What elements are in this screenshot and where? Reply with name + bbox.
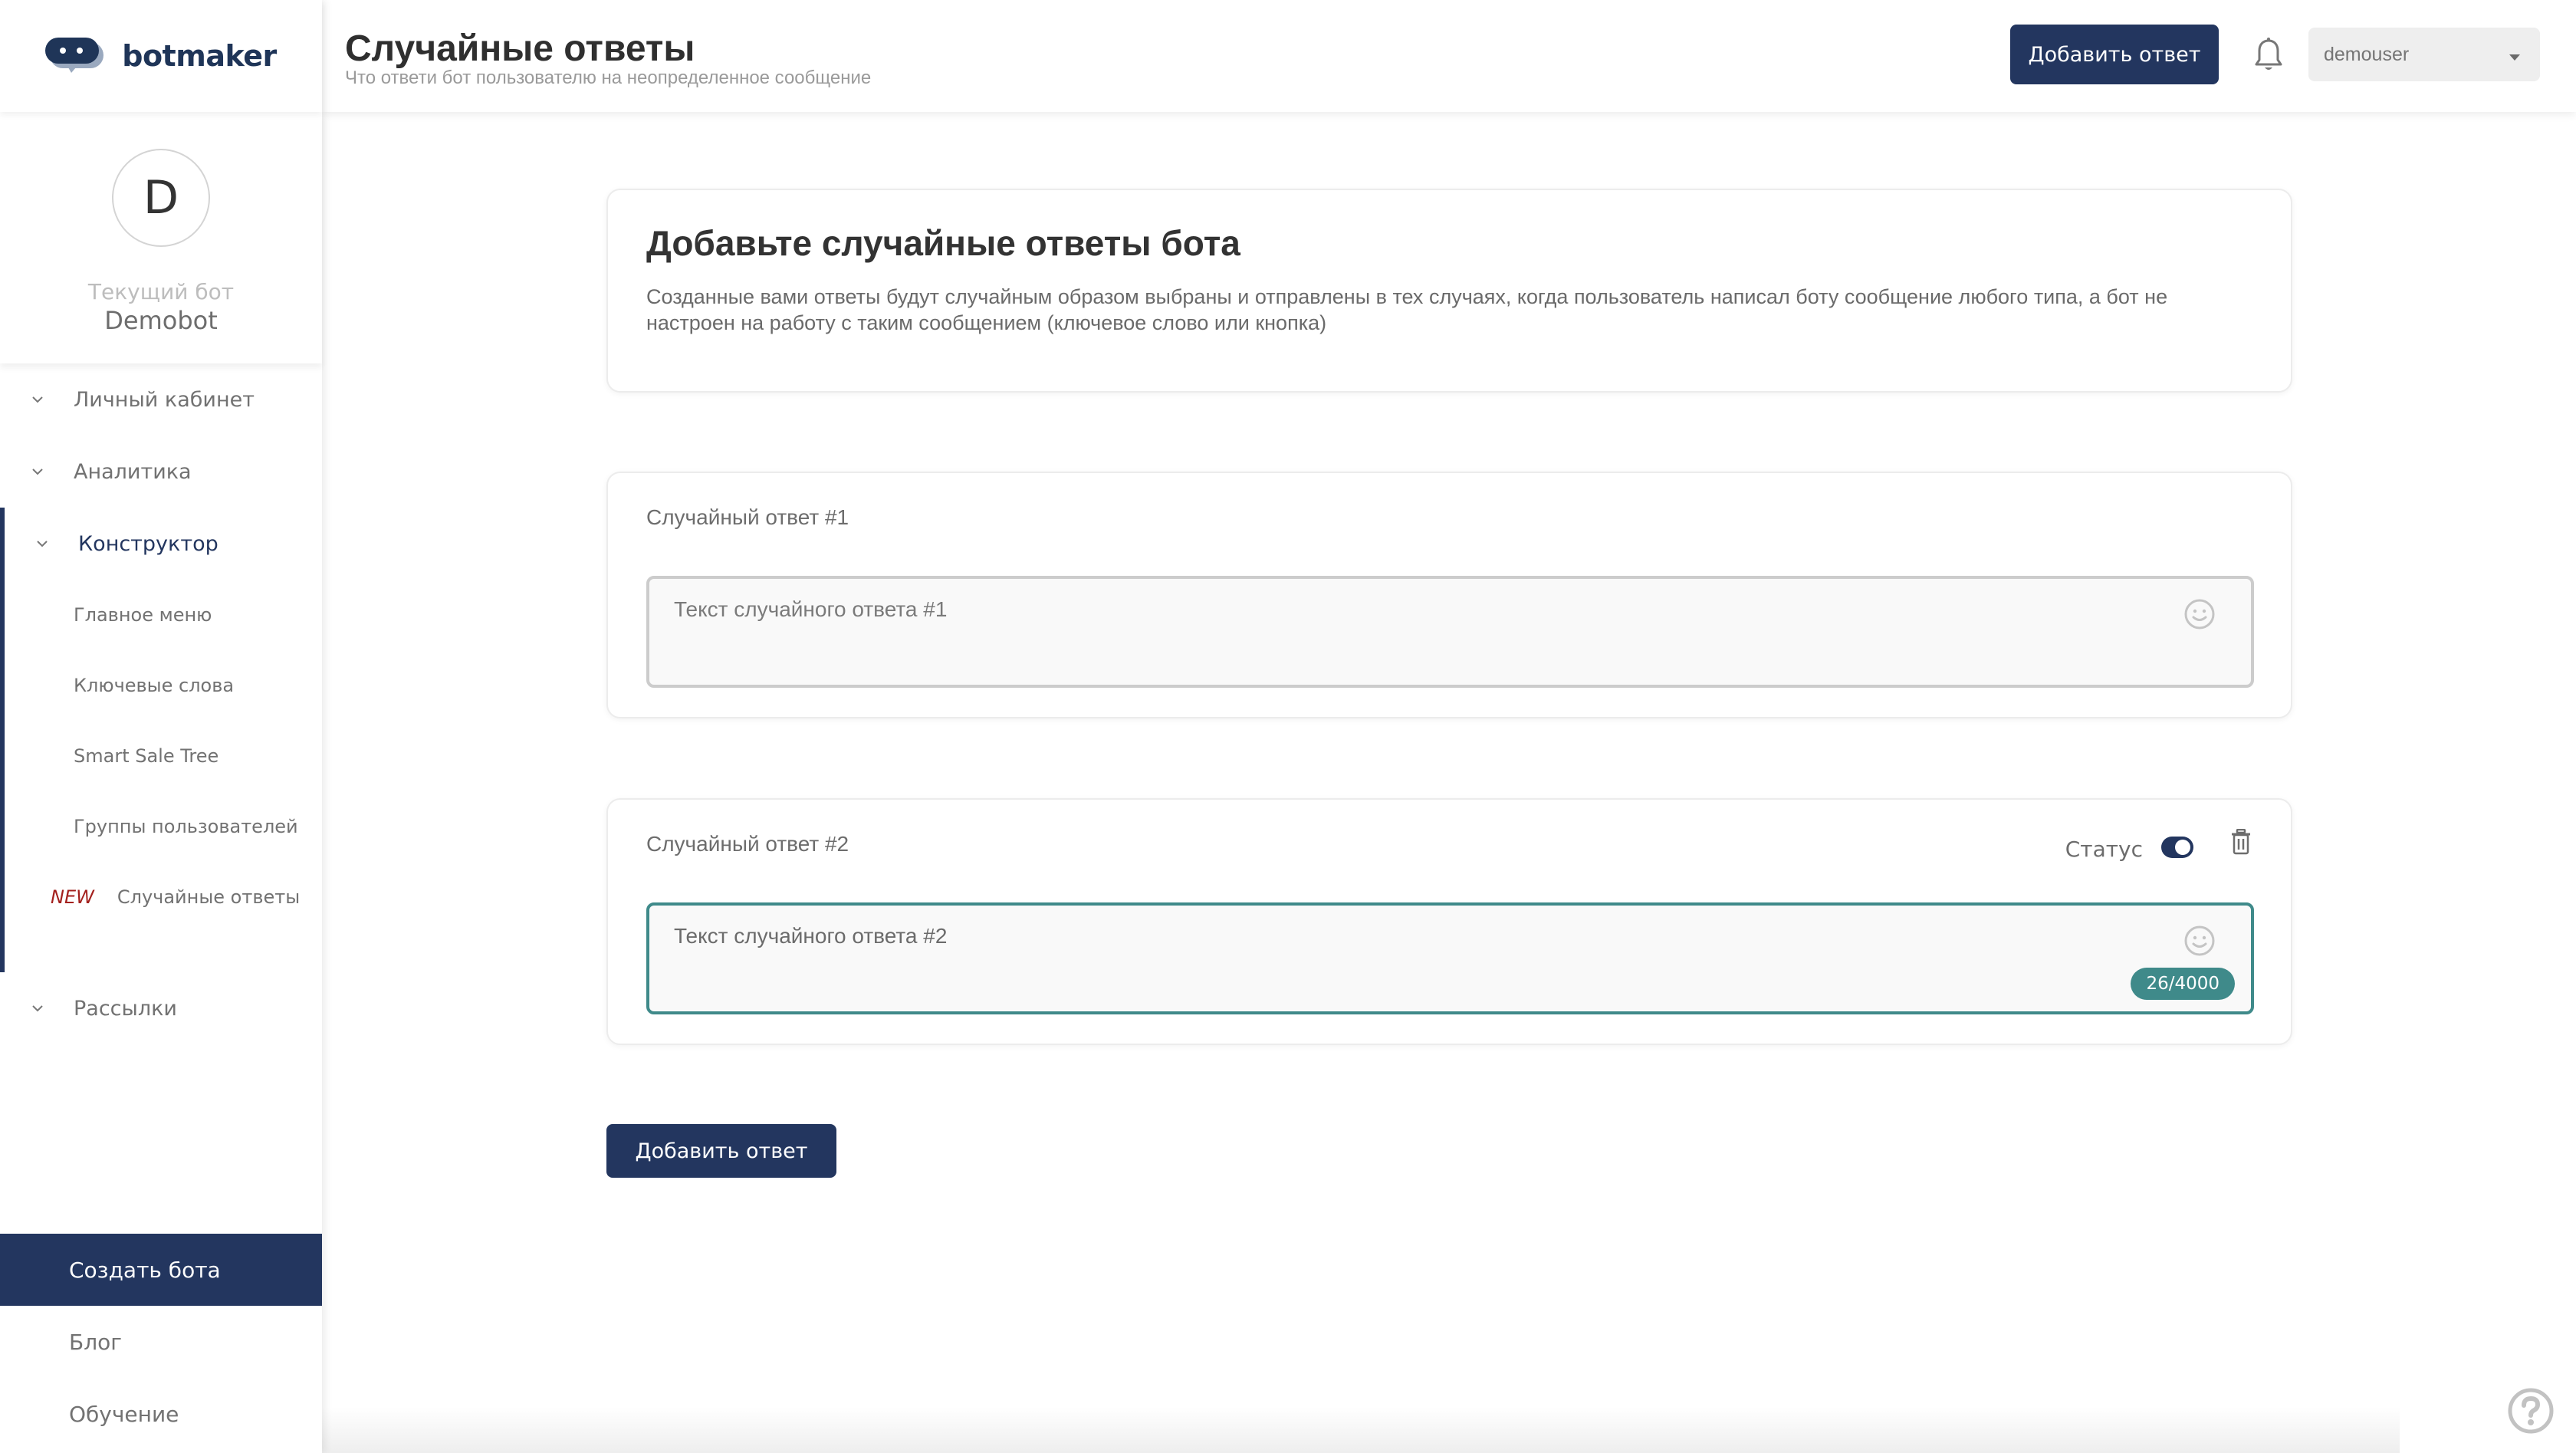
emoji-icon[interactable] xyxy=(2183,925,2216,957)
sidebar-item-label: Личный кабинет xyxy=(74,387,255,412)
bell-icon[interactable] xyxy=(2252,37,2285,74)
trash-icon[interactable] xyxy=(2229,828,2252,855)
answer-label: Случайный ответ #1 xyxy=(646,505,849,529)
sidebar-group-constructor: Конструктор Главное меню Ключевые слова … xyxy=(0,508,322,972)
answer-card: Случайный ответ #2 Статус Текст случайно… xyxy=(606,798,2292,1045)
top-header: Случайные ответы Что ответи бот пользова… xyxy=(322,0,2576,112)
logo[interactable]: botmaker xyxy=(0,0,322,112)
user-select[interactable]: demouser xyxy=(2308,28,2540,81)
sidebar-item-label: Конструктор xyxy=(78,531,219,556)
sidebar-subitem-label: Ключевые слова xyxy=(74,675,235,696)
intro-text: Созданные вами ответы будут случайным об… xyxy=(646,285,2168,334)
sidebar-nav: Личный кабинет Аналитика Конструктор Гла… xyxy=(0,363,322,1044)
current-bot-name: Demobot xyxy=(104,306,218,335)
sidebar-subitem-user-groups[interactable]: Группы пользователей xyxy=(5,791,322,862)
answer-text-input[interactable] xyxy=(646,902,2254,1014)
sidebar-subitem-smart-sale-tree[interactable]: Smart Sale Tree xyxy=(5,721,322,791)
chevron-down-icon xyxy=(29,1000,46,1017)
sidebar-item-label: Обучение xyxy=(69,1401,179,1427)
app: botmaker D Текущий бот Demobot Личный ка… xyxy=(0,0,2576,1453)
sidebar-item-personal-account[interactable]: Личный кабинет xyxy=(0,363,322,436)
sidebar-item-label: Рассылки xyxy=(74,996,177,1021)
sidebar-item-create-bot[interactable]: Создать бота xyxy=(0,1234,322,1306)
chevron-down-icon xyxy=(34,535,51,552)
new-badge: NEW xyxy=(51,886,94,908)
sidebar-bottom-nav: Создать бота Блог Обучение xyxy=(0,1234,322,1450)
status-label: Статус xyxy=(2065,837,2143,862)
bottom-fade xyxy=(322,1407,2400,1453)
sidebar-subitem-random-answers[interactable]: NEW Случайные ответы xyxy=(5,862,322,932)
current-bot-caption: Текущий бот xyxy=(87,279,235,304)
help-icon[interactable] xyxy=(2507,1387,2555,1435)
chevron-down-icon xyxy=(29,463,46,480)
sidebar-item-label: Блог xyxy=(69,1329,122,1355)
answer-label: Случайный ответ #2 xyxy=(646,832,849,856)
sidebar-item-analytics[interactable]: Аналитика xyxy=(0,436,322,508)
status-toggle[interactable] xyxy=(2161,837,2193,858)
chat-bubble-logo-icon xyxy=(45,38,105,74)
caret-down-icon xyxy=(2509,54,2520,61)
sidebar-subitem-label: Главное меню xyxy=(74,604,212,626)
sidebar-item-mailings[interactable]: Рассылки xyxy=(0,972,322,1044)
sidebar-subitem-label: Smart Sale Tree xyxy=(74,745,219,767)
logo-text: botmaker xyxy=(122,39,277,73)
main-content: Добавьте случайные ответы бота Созданные… xyxy=(322,112,2576,1453)
sidebar-subitem-label: Группы пользователей xyxy=(74,816,298,837)
answer-card: Случайный ответ #1 xyxy=(606,472,2292,718)
sidebar-item-constructor[interactable]: Конструктор xyxy=(5,508,322,580)
page-title: Случайные ответы xyxy=(345,28,695,69)
user-select-value: demouser xyxy=(2324,43,2410,65)
header-add-answer-button[interactable]: Добавить ответ xyxy=(2010,25,2219,84)
sidebar-subitem-keywords[interactable]: Ключевые слова xyxy=(5,650,322,721)
toggle-knob xyxy=(2175,840,2190,855)
add-answer-button[interactable]: Добавить ответ xyxy=(606,1124,836,1178)
sidebar: botmaker D Текущий бот Demobot Личный ка… xyxy=(0,0,322,1453)
sidebar-item-learning[interactable]: Обучение xyxy=(0,1378,322,1450)
sidebar-item-blog[interactable]: Блог xyxy=(0,1306,322,1378)
intro-card: Добавьте случайные ответы бота Созданные… xyxy=(606,189,2292,393)
answer-text-input[interactable] xyxy=(646,576,2254,688)
sidebar-item-label: Аналитика xyxy=(74,459,192,484)
sidebar-subitem-label: Случайные ответы xyxy=(117,886,301,908)
intro-title: Добавьте случайные ответы бота xyxy=(646,223,1240,263)
chevron-down-icon xyxy=(29,391,46,408)
current-bot: D Текущий бот Demobot xyxy=(0,112,322,363)
bot-avatar[interactable]: D xyxy=(112,149,210,247)
sidebar-subitem-main-menu[interactable]: Главное меню xyxy=(5,580,322,650)
page-subtitle: Что ответи бот пользователю на неопредел… xyxy=(345,67,872,88)
character-counter: 26/4000 xyxy=(2131,968,2235,1000)
sidebar-item-label: Создать бота xyxy=(69,1257,221,1283)
emoji-icon[interactable] xyxy=(2183,598,2216,630)
